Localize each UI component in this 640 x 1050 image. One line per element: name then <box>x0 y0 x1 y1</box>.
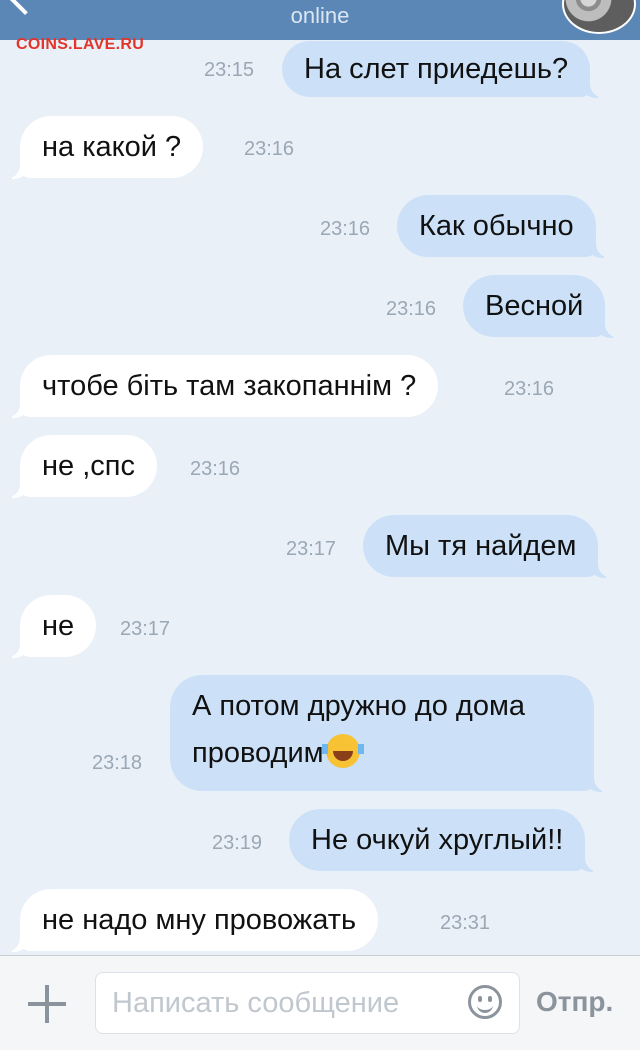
attach-plus-icon[interactable] <box>28 985 66 1023</box>
message-bubble-outgoing[interactable]: Как обычно <box>397 195 610 258</box>
message-text: Не очкуй хруглый!! <box>311 824 564 856</box>
message-time: 23:16 <box>504 378 555 400</box>
message-bubble-outgoing[interactable]: Мы тя найдем <box>363 515 613 578</box>
message-time: 23:17 <box>286 538 337 560</box>
message-bubble-incoming[interactable]: не надо мну провожать <box>5 889 379 952</box>
message-time: 23:16 <box>244 138 295 160</box>
message-bubble-outgoing[interactable]: Не очкуй хруглый!! <box>289 809 600 872</box>
message-bubble-outgoing[interactable]: Весной <box>463 275 620 338</box>
message-time: 23:17 <box>120 618 171 640</box>
message-time: 23:16 <box>190 458 241 480</box>
message-text: На слет приедешь? <box>304 53 569 85</box>
message-text: чтобе біть там закопаннім ? <box>42 370 417 402</box>
message-text-line-2: проводим <box>192 730 572 777</box>
message-text: не <box>42 610 75 642</box>
message-bubble-outgoing[interactable]: На слет приедешь? <box>282 41 605 98</box>
message-text-line-1: А потом дружно до дома <box>192 690 526 722</box>
message-bubble-outgoing[interactable]: А потом дружно до дома проводим <box>170 675 608 792</box>
face-with-tears-of-joy-icon <box>321 734 364 768</box>
contact-status: online <box>290 3 350 28</box>
watermark: COINS.LAVE.RU <box>16 36 145 53</box>
message-time: 23:15 <box>204 59 255 81</box>
message-input-placeholder: Написать сообщение <box>112 987 400 1019</box>
smile-icon[interactable] <box>468 985 502 1019</box>
composer-bar: Написать сообщение Отпр. <box>0 955 640 1050</box>
send-button[interactable]: Отпр. <box>536 986 613 1018</box>
message-text: Мы тя найдем <box>385 530 577 562</box>
message-text-line-2-text: проводим <box>192 737 324 769</box>
message-text: Как обычно <box>419 210 574 242</box>
message-bubble-incoming[interactable]: чтобе біть там закопаннім ? <box>5 355 439 418</box>
message-text: не ,спс <box>42 450 135 482</box>
message-input[interactable]: Написать сообщение <box>95 972 520 1034</box>
message-time: 23:31 <box>440 912 491 934</box>
message-text: не надо мну провожать <box>42 904 357 936</box>
message-bubble-incoming[interactable]: не ,спс <box>6 435 157 498</box>
message-time: 23:18 <box>92 752 143 774</box>
message-text: Весной <box>485 290 584 322</box>
message-text: на какой ? <box>42 131 182 163</box>
message-time: 23:16 <box>320 218 371 240</box>
message-bubble-incoming[interactable]: на какой ? <box>5 116 204 179</box>
chat-header: online <box>0 0 640 40</box>
message-bubble-incoming[interactable]: не <box>5 595 97 658</box>
message-time: 23:16 <box>386 298 437 320</box>
message-time: 23:19 <box>212 832 263 854</box>
